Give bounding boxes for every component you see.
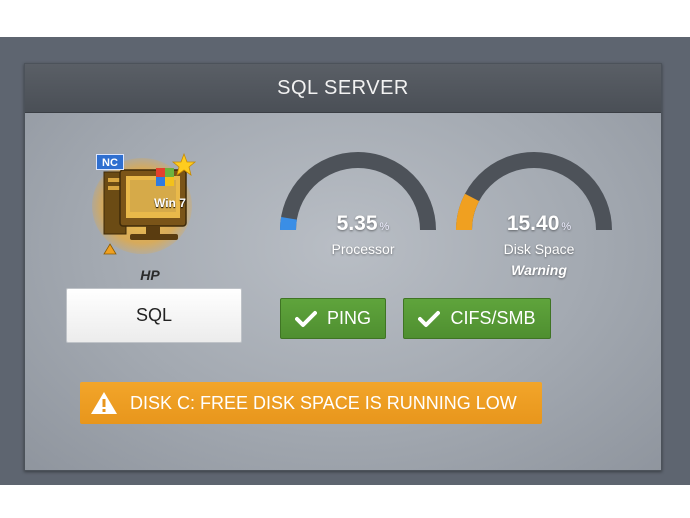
processor-value: 5.35% [278, 212, 448, 236]
cifs-smb-label: CIFS/SMB [450, 308, 536, 328]
processor-value-number: 5.35 [336, 212, 378, 235]
processor-gauge: 5.35% Processor [278, 142, 448, 282]
computer-device-icon[interactable]: NC Win 7 [90, 150, 210, 260]
disk-space-value-number: 15.40 [506, 212, 560, 235]
processor-label: Processor [331, 241, 395, 257]
disk-space-value: 15.40% [454, 212, 624, 236]
nc-badge: NC [96, 154, 124, 170]
device-vendor-label: HP [140, 267, 160, 283]
checkmark-icon [418, 310, 441, 327]
os-label: Win 7 [154, 196, 186, 210]
disk-space-label: Disk Space [503, 241, 575, 257]
ping-label: PING [326, 308, 371, 328]
server-title: SQL SERVER [277, 76, 409, 99]
processor-value-unit: % [379, 221, 390, 233]
device-name-button[interactable]: SQL [66, 288, 242, 343]
disk-space-status: Warning [511, 262, 567, 278]
ping-check-button[interactable]: PING [280, 298, 386, 339]
warning-triangle-icon [91, 392, 117, 414]
disk-space-gauge: 15.40% Disk Space Warning [454, 142, 624, 282]
disk-space-value-unit: % [561, 221, 572, 233]
alert-message: DISK C: FREE DISK SPACE IS RUNNING LOW [130, 392, 517, 413]
checkmark-icon [294, 310, 317, 327]
cifs-smb-check-button[interactable]: CIFS/SMB [403, 298, 551, 339]
panel-header: SQL SERVER [25, 64, 661, 113]
disk-space-alert[interactable]: DISK C: FREE DISK SPACE IS RUNNING LOW [80, 382, 542, 424]
